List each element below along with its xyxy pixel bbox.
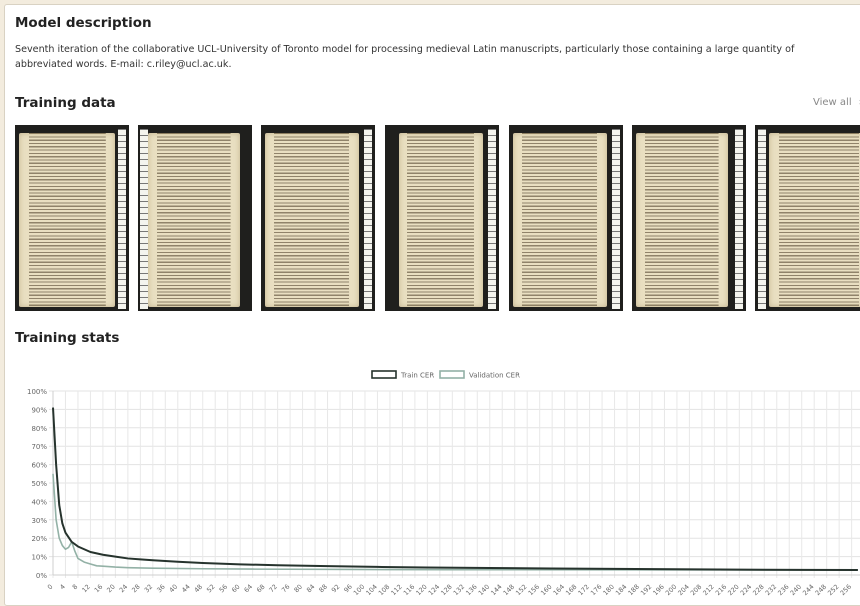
x-tick-label: 52 (205, 583, 217, 595)
legend-train-cer-swatch (371, 370, 397, 379)
y-tick-label: 10% (31, 554, 47, 562)
y-tick-label: 70% (31, 443, 47, 451)
x-tick-label: 8 (71, 583, 80, 592)
training-image-thumbnail-1[interactable] (15, 125, 129, 311)
model-card: Model description Seventh iteration of t… (4, 4, 860, 606)
x-tick-label: 64 (243, 583, 255, 595)
y-tick-label: 80% (31, 425, 47, 433)
x-tick-label: 84 (305, 583, 317, 595)
x-tick-label: 56 (218, 583, 230, 595)
x-tick-label: 60 (230, 583, 242, 595)
x-tick-label: 68 (255, 583, 267, 595)
y-tick-label: 60% (31, 462, 47, 470)
x-tick-label: 88 (317, 583, 329, 595)
x-tick-label: 4 (58, 583, 67, 592)
y-tick-label: 90% (31, 406, 47, 414)
x-tick-label: 32 (143, 583, 155, 595)
x-tick-label: 36 (155, 583, 167, 595)
training-stats-chart: 0%10%20%30%40%50%60%70%80%90%100%0 4 8 12 16… (27, 370, 860, 597)
x-tick-label: 92 (330, 583, 342, 595)
x-tick-label: 76 (280, 583, 292, 595)
training-stats-heading: Training stats (15, 330, 120, 346)
y-tick-label: 30% (31, 517, 47, 525)
y-tick-label: 40% (31, 498, 47, 506)
training-image-thumbnail-6[interactable] (632, 125, 746, 311)
x-tick-label: 40 (168, 583, 180, 595)
x-tick-label: 20 (105, 583, 117, 595)
model-description-heading: Model description (15, 15, 152, 31)
x-tick-label: 48 (193, 583, 205, 595)
x-tick-label: 16 (93, 583, 105, 595)
training-image-thumbnail-2[interactable] (138, 125, 252, 311)
x-tick-label: 0 (46, 583, 55, 592)
y-tick-label: 0% (36, 572, 47, 580)
y-tick-label: 100% (27, 388, 47, 396)
training-data-thumbnails (15, 125, 860, 311)
legend-validation-cer-swatch (439, 370, 465, 379)
training-image-thumbnail-4[interactable] (385, 125, 499, 311)
training-data-heading: Training data (15, 95, 116, 111)
model-description-text: Seventh iteration of the collaborative U… (15, 44, 795, 70)
x-tick-label: 12 (80, 583, 92, 595)
training-image-thumbnail-7[interactable] (755, 125, 860, 311)
y-tick-label: 20% (31, 535, 47, 543)
x-tick-label: 72 (268, 583, 280, 595)
validation-cer-line (52, 473, 858, 571)
x-tick-label: 28 (130, 583, 142, 595)
x-tick-label: 80 (292, 583, 304, 595)
view-all-label: View all (813, 97, 852, 108)
training-image-thumbnail-5[interactable] (509, 125, 623, 311)
legend-validation-cer-label: Validation CER (469, 372, 520, 380)
x-tick-label: 24 (118, 583, 130, 595)
train-cer-line (52, 407, 858, 572)
y-tick-label: 50% (31, 480, 47, 488)
legend-train-cer-label: Train CER (400, 372, 434, 380)
view-all-link[interactable]: View all › (813, 97, 860, 108)
x-tick-label: 44 (180, 583, 192, 595)
training-image-thumbnail-3[interactable] (261, 125, 375, 311)
